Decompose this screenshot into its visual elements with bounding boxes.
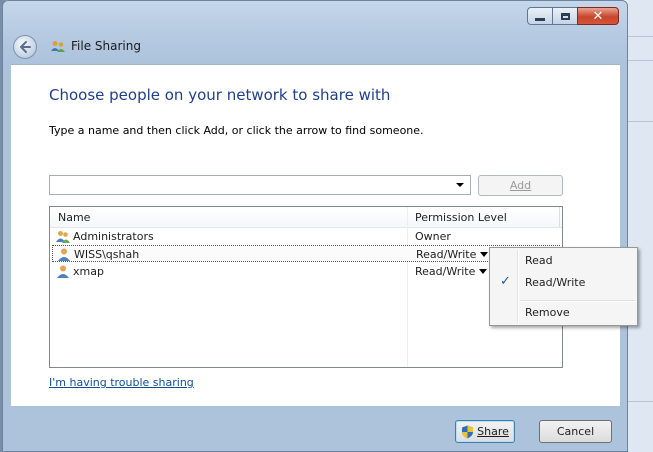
file-sharing-icon bbox=[51, 40, 65, 52]
menu-item-label: Read/Write bbox=[525, 276, 586, 289]
file-sharing-window: ✕ File Sharing Choose people on your net… bbox=[2, 0, 628, 452]
column-header-name[interactable]: Name bbox=[58, 211, 90, 224]
caption-buttons: ✕ bbox=[527, 7, 619, 25]
back-button[interactable] bbox=[13, 35, 37, 59]
checkmark-icon: ✓ bbox=[500, 274, 511, 289]
minimize-icon bbox=[535, 17, 545, 21]
share-button-label: Share bbox=[477, 425, 509, 438]
list-header: Name Permission Level bbox=[50, 207, 562, 228]
dropdown-arrow-icon[interactable] bbox=[480, 252, 488, 257]
maximize-button[interactable] bbox=[552, 7, 578, 25]
user-icon bbox=[58, 248, 70, 261]
user-name: WISS\qshah bbox=[74, 248, 140, 261]
content-area: Choose people on your network to share w… bbox=[11, 64, 620, 406]
cancel-button[interactable]: Cancel bbox=[539, 420, 612, 443]
menu-item-read[interactable]: Read bbox=[492, 250, 635, 272]
minimize-button[interactable] bbox=[527, 7, 553, 25]
maximize-icon bbox=[560, 12, 570, 20]
column-divider bbox=[559, 207, 560, 227]
window-title: File Sharing bbox=[71, 39, 141, 53]
user-name: xmap bbox=[73, 265, 104, 278]
instruction-text: Type a name and then click Add, or click… bbox=[49, 124, 424, 137]
list-item-wiss-qshah[interactable]: WISS\qshah Read/Write bbox=[52, 245, 560, 262]
column-header-permission[interactable]: Permission Level bbox=[415, 211, 507, 224]
share-button[interactable]: Share bbox=[455, 420, 515, 443]
permission-level: Owner bbox=[415, 230, 451, 243]
close-button[interactable]: ✕ bbox=[577, 7, 619, 25]
menu-item-label: Remove bbox=[525, 306, 570, 319]
background-window bbox=[628, 0, 653, 452]
uac-shield-icon bbox=[462, 425, 474, 438]
name-combobox[interactable] bbox=[49, 175, 471, 195]
list-item-administrators[interactable]: Administrators Owner bbox=[52, 228, 560, 245]
permission-context-menu: Read ✓ Read/Write Remove bbox=[489, 247, 638, 326]
page-heading: Choose people on your network to share w… bbox=[49, 86, 391, 104]
menu-item-read-write[interactable]: ✓ Read/Write bbox=[492, 272, 635, 294]
trouble-sharing-link[interactable]: I'm having trouble sharing bbox=[49, 376, 194, 389]
permission-dropdown[interactable]: Read/Write bbox=[416, 248, 476, 261]
user-icon bbox=[57, 265, 69, 278]
back-arrow-icon bbox=[20, 41, 31, 53]
user-name: Administrators bbox=[73, 230, 154, 243]
close-icon: ✕ bbox=[592, 8, 604, 24]
menu-item-label: Read bbox=[525, 254, 553, 267]
title-area: File Sharing bbox=[51, 39, 141, 53]
button-bar: Share Cancel bbox=[11, 406, 620, 452]
list-item-xmap[interactable]: xmap Read/Write bbox=[52, 263, 560, 280]
add-button[interactable]: Add bbox=[478, 175, 563, 196]
dropdown-arrow-icon[interactable] bbox=[479, 269, 487, 274]
user-list: Name Permission Level Administrators Own… bbox=[49, 206, 563, 368]
group-users-icon bbox=[56, 231, 70, 243]
dropdown-arrow-icon[interactable] bbox=[456, 183, 464, 187]
menu-item-remove[interactable]: Remove bbox=[492, 302, 635, 324]
permission-dropdown[interactable]: Read/Write bbox=[415, 265, 475, 278]
